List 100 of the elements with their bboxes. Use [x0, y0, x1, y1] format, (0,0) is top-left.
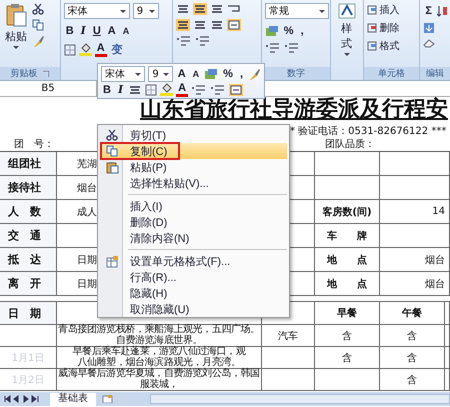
merge-center-icon[interactable]	[229, 84, 244, 96]
table-cell: 含	[315, 325, 380, 347]
table-cell: 含	[380, 325, 445, 347]
styles-button[interactable]: 样式	[334, 3, 360, 77]
dialog-launcher-icon[interactable]	[43, 70, 50, 76]
grow-font-button[interactable]: A	[106, 23, 118, 38]
align-center-icon[interactable]	[193, 19, 208, 31]
group-label: 剪贴板	[10, 68, 38, 80]
font-name-field[interactable]: 宋体	[101, 66, 146, 82]
table-cell: 汽车	[262, 325, 315, 347]
sum-button[interactable]: Σ	[423, 3, 434, 18]
table-cell: 地 点	[315, 272, 380, 296]
fill-icon[interactable]	[423, 22, 436, 34]
menu-item[interactable]: 行高(R)...	[100, 269, 287, 285]
table-cell: 接待社	[0, 176, 57, 200]
clipboard-icon[interactable]	[106, 160, 118, 174]
font-size-field[interactable]: 9	[132, 3, 159, 19]
menu-item[interactable]: 剪切(T)	[100, 127, 287, 143]
table-cell: 含	[380, 369, 445, 391]
table-cell: 日 期	[0, 302, 57, 325]
comma-button[interactable]: ,	[298, 23, 306, 38]
table-cell	[315, 152, 380, 176]
paintbrush-icon[interactable]	[248, 68, 261, 80]
align-top-icon[interactable]	[176, 3, 190, 15]
itinerary-line: 八仙雕塑，烟台海滨路观光，月亮湾。	[77, 358, 241, 368]
currency-icon[interactable]	[264, 24, 279, 36]
caret-icon[interactable]	[318, 10, 325, 12]
copy-icon[interactable]	[32, 19, 44, 31]
eraser-icon[interactable]	[423, 38, 436, 48]
delete-icon[interactable]	[366, 23, 377, 33]
clipboard-icon[interactable]	[5, 3, 27, 27]
align-middle-icon[interactable]	[193, 3, 208, 15]
cells-menu-button[interactable]: 插入	[366, 3, 416, 17]
italic-button[interactable]: I	[78, 23, 88, 38]
itinerary-line: 威海早餐后游览华夏城，自费游览刘公岛，韩国	[58, 369, 260, 379]
italic-button[interactable]: I	[116, 82, 126, 97]
shrink-font-button[interactable]: A	[190, 66, 202, 82]
table-cell: 抵 达	[0, 248, 57, 272]
caret-icon[interactable]	[120, 10, 126, 12]
bold-button[interactable]: B	[101, 82, 113, 97]
format-cells-icon[interactable]	[106, 254, 118, 268]
caret-icon[interactable]	[13, 46, 19, 49]
horizontal-scrollbar[interactable]	[150, 394, 450, 404]
bold-button[interactable]: B	[64, 23, 76, 38]
menu-item[interactable]: 清除内容(N)	[100, 230, 287, 246]
cells-menu-button[interactable]: 删除	[366, 21, 416, 35]
menu-item[interactable]: 选择性粘贴(V)...	[100, 175, 287, 191]
merge-center-icon[interactable]	[227, 19, 242, 31]
caret-icon[interactable]	[344, 53, 350, 56]
menu-item[interactable]: 取消隐藏(U)	[100, 301, 287, 317]
borders-icon[interactable]	[64, 44, 76, 56]
number-format-field[interactable]: 常规	[264, 3, 329, 19]
table-cell	[380, 176, 450, 200]
group-label: 单元格	[378, 68, 406, 80]
comma-button[interactable]: ,	[238, 66, 245, 82]
table-cell: 地 点	[315, 248, 380, 272]
percent-button[interactable]: %	[282, 23, 296, 38]
borders-icon[interactable]	[145, 84, 158, 96]
table-cell: 客房数(间)	[315, 200, 380, 224]
paste-button[interactable]: 粘贴	[3, 3, 29, 64]
font-color-button[interactable]: A	[176, 82, 188, 97]
shrink-font-button[interactable]: A	[120, 23, 132, 38]
styles-icon[interactable]	[338, 3, 356, 19]
sort-icon[interactable]	[437, 4, 447, 16]
percent-button[interactable]: %	[221, 66, 235, 82]
table-cell: 交 通	[0, 224, 57, 248]
font-color-button[interactable]: A	[94, 42, 107, 57]
align-bottom-icon[interactable]	[210, 3, 224, 15]
caret-icon[interactable]	[162, 72, 169, 76]
underline-button[interactable]: U	[90, 23, 103, 38]
table-cell: 早餐	[315, 302, 380, 325]
phonetic-button[interactable]: 变	[110, 42, 125, 57]
currency-icon[interactable]	[204, 68, 218, 80]
align-left-icon[interactable]	[176, 19, 190, 31]
fill-color-icon[interactable]	[78, 43, 92, 56]
group-label: 编辑	[426, 68, 444, 80]
caret-icon[interactable]	[148, 10, 155, 12]
align-right-icon[interactable]	[210, 19, 224, 31]
menu-item[interactable]: 复制(C)	[100, 143, 287, 159]
menu-item[interactable]: 插入(I)	[100, 198, 287, 214]
scissors-icon[interactable]	[106, 129, 118, 141]
grow-font-button[interactable]: A	[176, 66, 188, 82]
font-name-field[interactable]: 宋体	[64, 3, 130, 19]
table-cell: 组团社	[0, 152, 57, 176]
caret-icon[interactable]	[135, 72, 142, 76]
new-sheet-icon[interactable]	[102, 395, 114, 403]
fill-color-icon[interactable]	[160, 83, 174, 96]
format-icon[interactable]	[366, 41, 377, 51]
sheet-tab[interactable]: 基础表	[50, 392, 96, 406]
align-center-icon[interactable]	[128, 84, 142, 96]
menu-item[interactable]: 设置单元格格式(F)...	[100, 253, 287, 269]
font-size-field[interactable]: 9	[148, 66, 173, 82]
cells-menu-button[interactable]: 格式	[366, 39, 416, 53]
paintbrush-icon[interactable]	[32, 35, 45, 48]
copy-icon[interactable]	[106, 145, 118, 157]
scissors-icon[interactable]	[32, 3, 44, 15]
table-cell: 烟台	[380, 248, 450, 272]
menu-item[interactable]: 粘贴(P)	[100, 159, 287, 175]
insert-icon[interactable]	[366, 5, 377, 15]
team-quality-label: 团队品质：	[325, 138, 375, 151]
